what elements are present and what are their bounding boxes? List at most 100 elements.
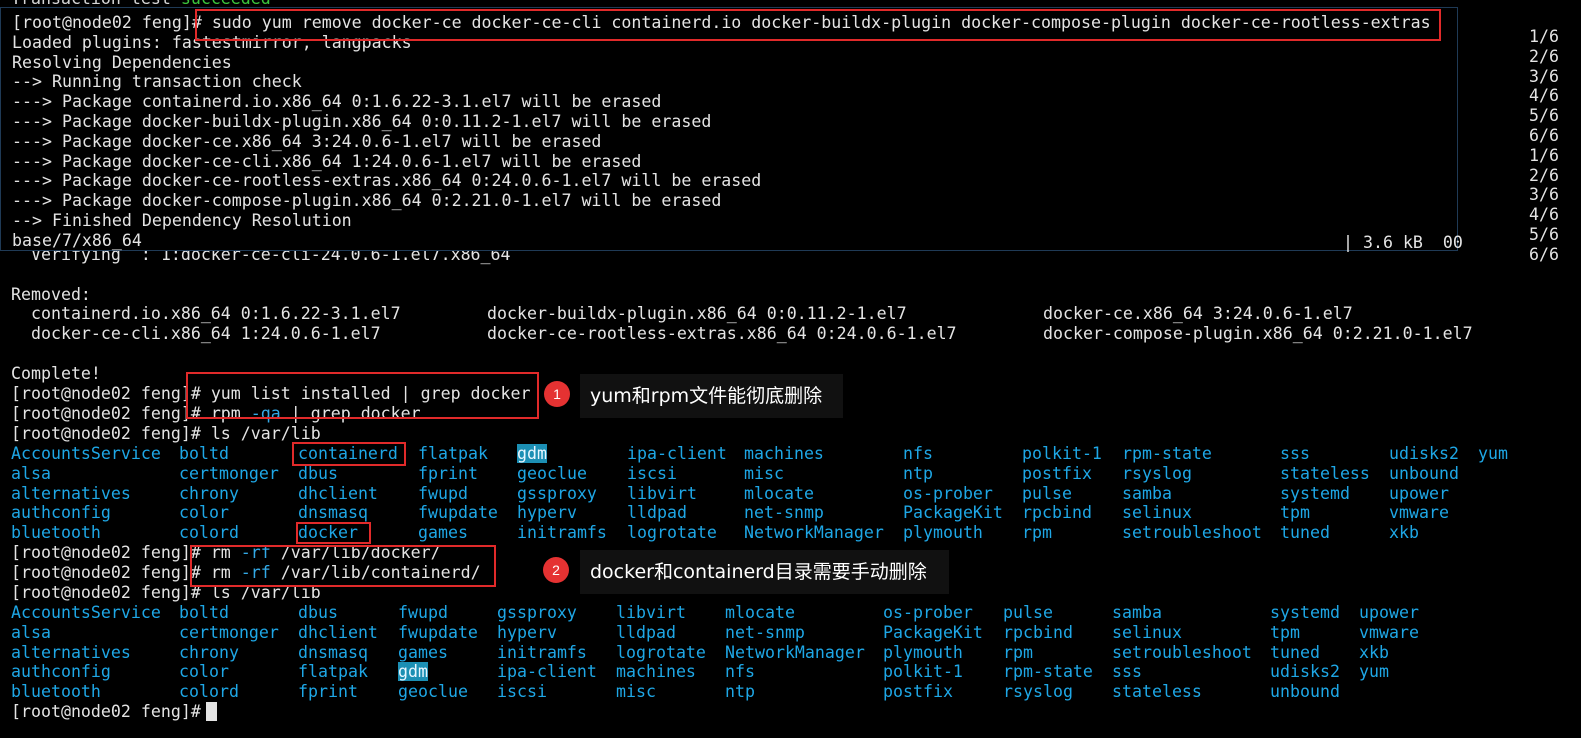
highlight-docker-dir (296, 522, 371, 544)
dir-entry: dhclient (298, 483, 378, 503)
dir-entry: stateless (1112, 682, 1202, 702)
dir-entry: flatpak (298, 662, 368, 682)
dir-entry: hyperv (497, 622, 557, 642)
progress-counter: 6/6 (1529, 126, 1559, 145)
terminal-window[interactable]: Transaction test succeeded Verifying : 1… (0, 0, 1581, 738)
dir-entry: yum (1478, 444, 1508, 463)
progress-counter: 6/6 (1529, 244, 1559, 264)
dir-entry: AccountsService (11, 444, 161, 463)
annotation-badge-2: 2 (543, 557, 569, 583)
dir-entry: unbound (1389, 463, 1459, 483)
progress-counter: 3/6 (1529, 66, 1559, 86)
overlay-output-line: ---> Package docker-compose-plugin.x86_6… (12, 191, 722, 211)
overlay-output-line: ---> Package containerd.io.x86_64 0:1.6.… (12, 92, 662, 112)
dir-entry: dhclient (298, 622, 378, 642)
dir-entry: flatpak (418, 444, 488, 463)
dir-entry: yum (1359, 662, 1389, 682)
dir-entry: ntp (903, 463, 933, 483)
dir-entry: logrotate (616, 642, 706, 662)
dir-entry: alternatives (11, 483, 131, 503)
dir-entry: AccountsService (11, 603, 161, 622)
dir-entry: samba (1122, 483, 1172, 503)
dir-entry: upower (1389, 483, 1449, 503)
highlight-containerd-dir (292, 442, 406, 466)
command-line: [root@node02 feng]# ls /var/lib (11, 424, 321, 443)
dir-entry: ipa-client (497, 662, 597, 682)
highlight-verify-commands (186, 372, 539, 419)
dir-entry: initramfs (497, 642, 587, 662)
dir-entry: stateless (1280, 463, 1370, 483)
dir-entry: gssproxy (517, 483, 597, 503)
dir-entry: vmware (1389, 503, 1449, 523)
dir-entry: sss (1280, 444, 1310, 463)
dir-entry: xkb (1389, 523, 1419, 543)
progress-counter: 4/6 (1529, 205, 1559, 225)
progress-counter: 5/6 (1529, 106, 1559, 126)
overlay-output-line: --> Finished Dependency Resolution (12, 211, 352, 230)
overlay-output-line: Resolving Dependencies (12, 52, 232, 72)
overlay-output-line: ---> Package docker-buildx-plugin.x86_64… (12, 112, 712, 131)
dir-entry: colord (179, 682, 239, 702)
dir-entry: chrony (179, 642, 239, 662)
dir-entry: dnsmasq (298, 642, 368, 662)
dir-entry: vmware (1359, 622, 1419, 642)
progress-counter: 2/6 (1529, 165, 1559, 185)
dir-entry: systemd (1270, 603, 1340, 622)
progress-counter: 1/6 (1529, 145, 1559, 165)
overlay-output-line: ---> Package docker-ce-cli.x86_64 1:24.0… (12, 151, 642, 171)
dir-entry: rpcbind (1003, 622, 1073, 642)
dir-entry: fprint (418, 463, 478, 483)
dir-entry: NetworkManager (744, 523, 884, 543)
dir-entry: postfix (883, 682, 953, 702)
dir-entry: bluetooth (11, 682, 101, 702)
annotation-callout-1: yum和rpm文件能彻底删除 (580, 374, 843, 418)
dir-entry: lldpad (616, 622, 676, 642)
dir-entry: certmonger (179, 463, 279, 483)
dir-entry: color (179, 662, 229, 682)
dir-entry: iscsi (497, 682, 547, 702)
dir-entry: tuned (1270, 642, 1320, 662)
removed-item: docker-compose-plugin.x86_64 0:2.21.0-1.… (1043, 324, 1473, 343)
dir-entry: geoclue (398, 682, 468, 702)
dir-entry: setroubleshoot (1112, 642, 1252, 662)
dir-entry: rpm (1003, 642, 1033, 662)
dir-entry: alsa (11, 622, 51, 642)
dir-entry: udisks2 (1270, 662, 1340, 682)
dir-entry: rpm-state (1003, 662, 1093, 682)
complete-line: Complete! (11, 364, 101, 383)
prompt-line[interactable]: [root@node02 feng]# (11, 702, 211, 722)
overlay-output-line: ---> Package docker-ce-rootless-extras.x… (12, 171, 762, 191)
dir-entry: misc (744, 463, 784, 483)
removed-item: docker-ce-cli.x86_64 1:24.0.6-1.el7 (11, 324, 381, 343)
dir-entry: unbound (1270, 682, 1340, 702)
dir-entry: sss (1112, 662, 1142, 682)
overlay-output-line: base/7/x86_64 (12, 230, 142, 250)
dir-entry: ipa-client (627, 444, 727, 463)
dir-entry: net-snmp (725, 622, 805, 642)
dir-entry: games (398, 642, 448, 662)
dir-entry: xkb (1359, 642, 1389, 662)
dir-entry: pulse (1003, 603, 1053, 622)
dir-entry: libvirt (616, 603, 686, 622)
progress-counter: 2/6 (1529, 46, 1559, 66)
dir-entry: gssproxy (497, 603, 577, 622)
dir-entry: mlocate (744, 483, 814, 503)
dir-entry: nfs (903, 444, 933, 463)
dir-entry: tpm (1280, 503, 1310, 523)
dir-entry: rpm-state (1122, 444, 1212, 463)
dir-entry: geoclue (517, 463, 587, 483)
dir-entry: machines (616, 662, 696, 682)
dir-entry: plymouth (883, 642, 963, 662)
dir-entry: gdm (517, 444, 547, 463)
dir-entry: NetworkManager (725, 642, 865, 662)
dir-entry: dnsmasq (298, 503, 368, 523)
dir-entry: nfs (725, 662, 755, 682)
dir-entry: alsa (11, 463, 51, 483)
dir-entry: boltd (179, 603, 229, 622)
dir-entry: mlocate (725, 603, 795, 622)
dir-entry: authconfig (11, 503, 111, 523)
dir-entry: upower (1359, 603, 1419, 622)
progress-counter: 3/6 (1529, 185, 1559, 205)
dir-entry: fwupd (398, 603, 448, 622)
dir-entry: certmonger (179, 622, 279, 642)
